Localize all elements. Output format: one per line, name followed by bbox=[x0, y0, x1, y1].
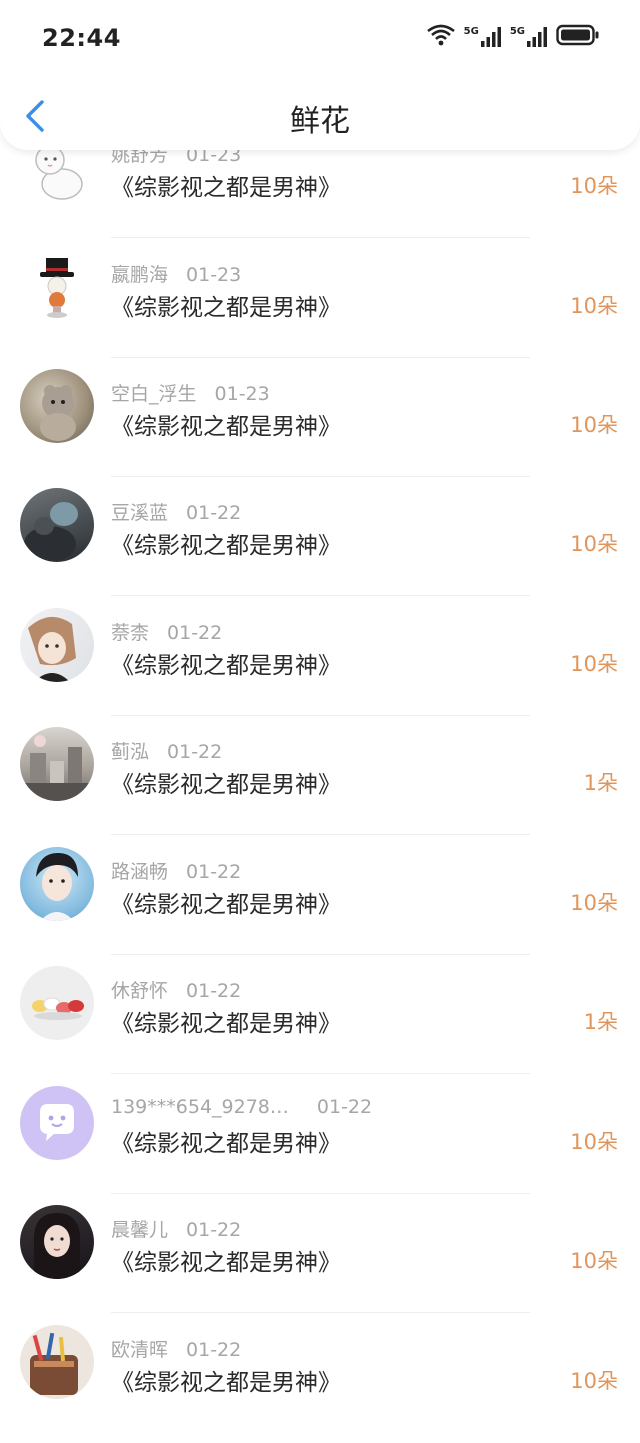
flower-count: 10朵 bbox=[570, 652, 618, 676]
flower-count: 10朵 bbox=[570, 174, 618, 198]
item-date: 01-22 bbox=[186, 1339, 242, 1361]
user-name[interactable]: 休舒怀 bbox=[111, 980, 168, 1002]
avatar[interactable] bbox=[20, 1086, 94, 1160]
book-title[interactable]: 《综影视之都是男神》 bbox=[111, 1004, 341, 1038]
list-item[interactable]: 嬴鹏海 01-23 《综影视之都是男神》 10朵 bbox=[0, 250, 640, 368]
divider bbox=[111, 715, 530, 716]
user-name[interactable]: 欧清晖 bbox=[111, 1339, 168, 1361]
book-title[interactable]: 《综影视之都是男神》 bbox=[111, 168, 341, 202]
book-title[interactable]: 《综影视之都是男神》 bbox=[111, 1124, 341, 1158]
item-meta: 萘柰 01-22 bbox=[111, 618, 222, 645]
list-item[interactable]: 路涵畅 01-22 《综影视之都是男神》 10朵 bbox=[0, 847, 640, 965]
book-title[interactable]: 《综影视之都是男神》 bbox=[111, 1363, 341, 1397]
flower-count: 10朵 bbox=[570, 891, 618, 915]
avatar[interactable] bbox=[20, 1325, 94, 1399]
avatar[interactable] bbox=[20, 488, 94, 562]
page-title: 鲜花 bbox=[290, 104, 350, 139]
status-time: 22:44 bbox=[42, 24, 121, 52]
list-item[interactable]: 蓟泓 01-22 《综影视之都是男神》 1朵 bbox=[0, 727, 640, 845]
list-item[interactable]: 晨馨儿 01-22 《综影视之都是男神》 10朵 bbox=[0, 1205, 640, 1323]
book-title[interactable]: 《综影视之都是男神》 bbox=[111, 646, 341, 680]
item-date: 01-22 bbox=[167, 622, 223, 644]
flower-count: 10朵 bbox=[570, 532, 618, 556]
network-type-label: 5G bbox=[463, 26, 479, 37]
avatar[interactable] bbox=[20, 1205, 94, 1279]
divider bbox=[111, 237, 530, 238]
item-date: 01-22 bbox=[186, 861, 242, 883]
book-title[interactable]: 《综影视之都是男神》 bbox=[111, 526, 341, 560]
divider bbox=[111, 954, 530, 955]
user-name[interactable]: 嬴鹏海 bbox=[111, 264, 168, 286]
list-item[interactable]: 139***654_9278… 01-22 《综影视之都是男神》 10朵 bbox=[0, 1086, 640, 1204]
item-date: 01-22 bbox=[167, 741, 223, 763]
battery-icon bbox=[556, 24, 600, 50]
signal-5g-icon-2: 5G bbox=[510, 26, 548, 48]
network-type-label: 5G bbox=[509, 26, 525, 37]
book-title[interactable]: 《综影视之都是男神》 bbox=[111, 765, 341, 799]
divider bbox=[111, 1073, 530, 1074]
user-name[interactable]: 139***654_9278… bbox=[111, 1096, 289, 1118]
top-bar: 22:44 5G 5G 鲜花 bbox=[0, 0, 640, 150]
item-meta: 蓟泓 01-22 bbox=[111, 737, 222, 764]
item-meta: 豆溪蓝 01-22 bbox=[111, 498, 241, 525]
book-title[interactable]: 《综影视之都是男神》 bbox=[111, 885, 341, 919]
user-name[interactable]: 路涵畅 bbox=[111, 861, 168, 883]
avatar[interactable] bbox=[20, 847, 94, 921]
flower-count: 10朵 bbox=[570, 294, 618, 318]
item-date: 01-22 bbox=[186, 502, 242, 524]
user-name[interactable]: 蓟泓 bbox=[111, 741, 149, 763]
flower-count: 1朵 bbox=[583, 771, 618, 795]
flower-count: 10朵 bbox=[570, 1130, 618, 1154]
avatar[interactable] bbox=[20, 250, 94, 324]
user-name[interactable]: 晨馨儿 bbox=[111, 1219, 168, 1241]
avatar[interactable] bbox=[20, 608, 94, 682]
signal-5g-icon: 5G bbox=[464, 26, 502, 48]
item-meta: 嬴鹏海 01-23 bbox=[111, 260, 241, 287]
list-item[interactable]: 豆溪蓝 01-22 《综影视之都是男神》 10朵 bbox=[0, 488, 640, 606]
item-meta: 晨馨儿 01-22 bbox=[111, 1215, 241, 1242]
divider bbox=[111, 1312, 530, 1313]
list-item[interactable]: 空白_浮生 01-23 《综影视之都是男神》 10朵 bbox=[0, 369, 640, 487]
item-date: 01-23 bbox=[186, 264, 242, 286]
gift-list: 姚舒芳 01-23 《综影视之都是男神》 10朵 嬴鹏海 01-23 《综影视之都是… bbox=[0, 0, 640, 1421]
item-date: 01-23 bbox=[214, 383, 270, 405]
list-item[interactable]: 欧清晖 01-22 《综影视之都是男神》 10朵 bbox=[0, 1325, 640, 1443]
list-item[interactable]: 萘柰 01-22 《综影视之都是男神》 10朵 bbox=[0, 608, 640, 726]
status-icons: 5G 5G bbox=[426, 24, 600, 50]
item-meta: 休舒怀 01-22 bbox=[111, 976, 241, 1003]
divider bbox=[111, 1193, 530, 1194]
book-title[interactable]: 《综影视之都是男神》 bbox=[111, 1243, 341, 1277]
divider bbox=[111, 834, 530, 835]
divider bbox=[111, 357, 530, 358]
item-meta: 空白_浮生 01-23 bbox=[111, 379, 270, 406]
user-name[interactable]: 豆溪蓝 bbox=[111, 502, 168, 524]
user-name[interactable]: 空白_浮生 bbox=[111, 383, 197, 405]
flower-count: 10朵 bbox=[570, 1249, 618, 1273]
item-meta: 欧清晖 01-22 bbox=[111, 1335, 241, 1362]
divider bbox=[111, 476, 530, 477]
avatar[interactable] bbox=[20, 369, 94, 443]
book-title[interactable]: 《综影视之都是男神》 bbox=[111, 407, 341, 441]
avatar[interactable] bbox=[20, 727, 94, 801]
item-date: 01-22 bbox=[186, 1219, 242, 1241]
list-item[interactable]: 休舒怀 01-22 《综影视之都是男神》 1朵 bbox=[0, 966, 640, 1084]
item-date: 01-22 bbox=[316, 1096, 373, 1118]
item-date: 01-22 bbox=[186, 980, 242, 1002]
user-name[interactable]: 萘柰 bbox=[111, 622, 149, 644]
book-title[interactable]: 《综影视之都是男神》 bbox=[111, 288, 341, 322]
divider bbox=[111, 595, 530, 596]
flower-count: 10朵 bbox=[570, 1369, 618, 1393]
item-meta: 路涵畅 01-22 bbox=[111, 857, 241, 884]
flower-count: 1朵 bbox=[583, 1010, 618, 1034]
wifi-icon bbox=[426, 24, 456, 50]
item-meta: 139***654_9278… 01-22 bbox=[111, 1096, 372, 1118]
avatar[interactable] bbox=[20, 966, 94, 1040]
flower-count: 10朵 bbox=[570, 413, 618, 437]
